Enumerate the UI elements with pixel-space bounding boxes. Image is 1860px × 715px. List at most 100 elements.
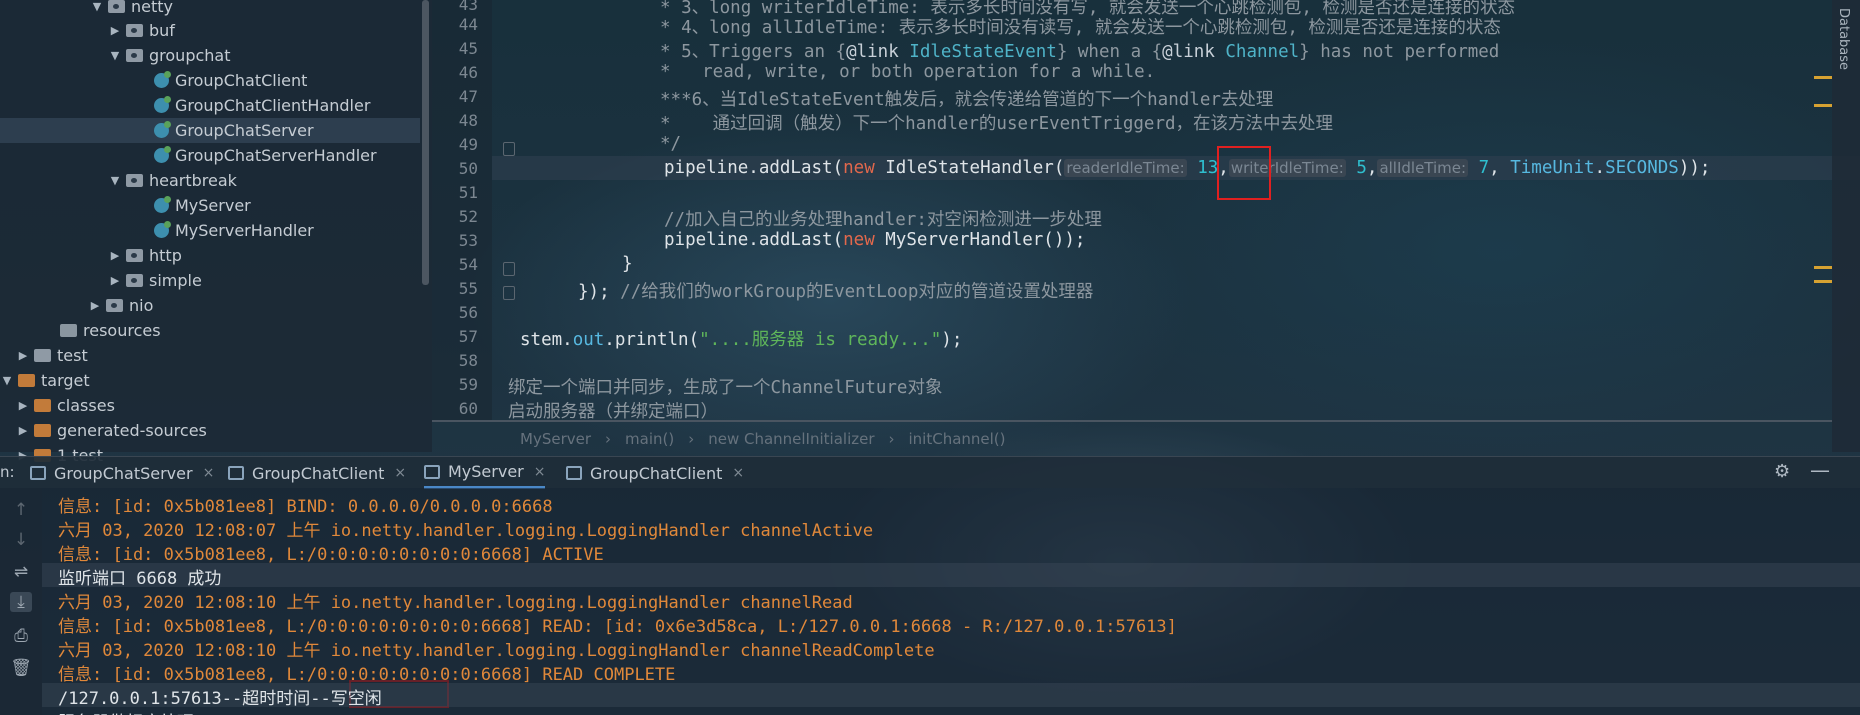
close-icon[interactable]: × xyxy=(732,465,744,481)
tree-item-resources[interactable]: resources xyxy=(0,318,420,343)
code-token: .println( xyxy=(604,330,700,350)
chevron-right-icon[interactable]: ▶ xyxy=(16,399,30,412)
code-token: ); xyxy=(941,330,963,350)
code-token: @link xyxy=(846,42,899,62)
print-icon[interactable]: ⎙ xyxy=(10,626,32,646)
run-tab-groupchatclient[interactable]: GroupChatClient × xyxy=(228,457,406,489)
chevron-right-icon[interactable]: ▶ xyxy=(108,24,122,37)
tree-item-buf[interactable]: ▶ buf xyxy=(0,18,420,43)
code-line[interactable]: //加入自己的业务处理handler:对空闲检测进一步处理 xyxy=(664,206,1102,231)
console-line: 信息: [id: 0x5b081ee8, L:/0:0:0:0:0:0:0:0:… xyxy=(58,617,1177,637)
code-token: out xyxy=(572,330,605,350)
code-line[interactable]: 绑定一个端口并同步，生成了一个ChannelFuture对象 xyxy=(508,374,942,399)
line-number: 51 xyxy=(458,183,478,202)
tree-item-groupchatclienthandler[interactable]: GroupChatClientHandler xyxy=(0,93,420,118)
code-token: new xyxy=(843,230,875,250)
tree-item-groupchat[interactable]: ▼ groupchat xyxy=(0,43,420,68)
run-tab-groupchatclient[interactable]: GroupChatClient × xyxy=(566,457,744,489)
tree-item-simple[interactable]: ▶ simple xyxy=(0,268,420,293)
java-class-icon xyxy=(154,196,171,213)
tree-item-label: heartbreak xyxy=(149,171,237,190)
close-icon[interactable]: × xyxy=(203,465,215,481)
code-line[interactable]: pipeline.addLast(new MyServerHandler()); xyxy=(664,230,1085,250)
breadcrumb-item[interactable]: new ChannelInitializer xyxy=(708,430,874,448)
tree-item-netty[interactable]: ▼ netty xyxy=(0,0,420,19)
tree-item-http[interactable]: ▶ http xyxy=(0,243,420,268)
project-tree[interactable]: ▼ netty ▶ buf ▼ groupchat GroupChatClient Group… xyxy=(0,0,432,465)
line-number: 47 xyxy=(458,87,478,106)
tree-item-groupchatserverhandler[interactable]: GroupChatServerHandler xyxy=(0,143,420,168)
code-token: * 4、long allIdleTime: 表示多长时间没有读写, 就会发送一个… xyxy=(660,18,1501,38)
excluded-folder-icon xyxy=(34,424,51,437)
arrow-down-icon[interactable]: ↓ xyxy=(10,530,32,550)
warning-marker[interactable] xyxy=(1814,76,1832,79)
trash-icon[interactable]: 🗑 xyxy=(10,658,32,678)
run-tab-label: GroupChatClient xyxy=(590,463,723,483)
run-tab-groupchatserver[interactable]: GroupChatServer × xyxy=(30,457,214,489)
excluded-folder-icon xyxy=(18,374,35,387)
code-line[interactable]: * 4、long allIdleTime: 表示多长时间没有读写, 就会发送一个… xyxy=(660,14,1501,39)
scroll-to-end-icon[interactable]: ⤓ xyxy=(10,592,32,612)
tree-item-myserver[interactable]: MyServer xyxy=(0,193,420,218)
code-token: //给我们的workGroup的EventLoop对应的管道设置处理器 xyxy=(620,282,1094,302)
close-icon[interactable]: × xyxy=(394,465,406,481)
soft-wrap-icon[interactable]: ⇌ xyxy=(10,562,32,582)
chevron-down-icon[interactable]: ▼ xyxy=(90,0,104,13)
code-token: . xyxy=(1594,158,1606,178)
run-tab-label: GroupChatClient xyxy=(252,463,385,483)
chevron-down-icon[interactable]: ▼ xyxy=(108,49,122,62)
breadcrumb-item[interactable]: main() xyxy=(625,430,674,448)
code-token: SECONDS xyxy=(1605,158,1679,178)
run-tab-myserver[interactable]: MyServer × xyxy=(424,457,546,489)
tree-item-classes[interactable]: ▶ classes xyxy=(0,393,420,418)
tree-item-target[interactable]: ▼ target xyxy=(0,368,420,393)
breadcrumb-item[interactable]: MyServer xyxy=(520,430,591,448)
line-number: 53 xyxy=(458,231,478,250)
tree-scrollbar[interactable] xyxy=(422,0,429,285)
warning-marker[interactable] xyxy=(1814,104,1832,107)
chevron-right-icon[interactable]: ▶ xyxy=(108,249,122,262)
tree-item-heartbreak[interactable]: ▼ heartbreak xyxy=(0,168,420,193)
chevron-right-icon[interactable]: ▶ xyxy=(16,349,30,362)
chevron-right-icon[interactable]: ▶ xyxy=(16,424,30,437)
code-line[interactable]: }); //给我们的workGroup的EventLoop对应的管道设置处理器 xyxy=(578,278,1093,303)
tree-item-generated-sources[interactable]: ▶ generated-sources xyxy=(0,418,420,443)
code-token: 13 xyxy=(1186,158,1219,178)
fold-marker[interactable] xyxy=(503,142,515,156)
code-token: , xyxy=(1489,158,1511,178)
arrow-up-icon[interactable]: ↑ xyxy=(10,500,32,520)
tree-item-label: nio xyxy=(129,296,154,315)
code-line[interactable]: ***6、当IdleStateEvent触发后，就会传递给管道的下一个handl… xyxy=(660,86,1273,111)
package-icon xyxy=(126,49,143,62)
tree-item-label: test xyxy=(57,346,88,365)
minimize-icon[interactable]: — xyxy=(1810,458,1830,482)
tree-item-myserverhandler[interactable]: MyServerHandler xyxy=(0,218,420,243)
code-line[interactable]: stem.out.println("....服务器 is ready..."); xyxy=(520,326,962,351)
warning-marker[interactable] xyxy=(1814,280,1832,283)
breadcrumb-item[interactable]: initChannel() xyxy=(909,430,1006,448)
close-icon[interactable]: × xyxy=(534,464,546,480)
fold-marker[interactable] xyxy=(503,262,515,276)
tree-item-groupchatserver[interactable]: GroupChatServer xyxy=(0,118,420,143)
chevron-down-icon[interactable]: ▼ xyxy=(0,374,14,387)
chevron-right-icon[interactable]: ▶ xyxy=(108,274,122,287)
tree-item-groupchatclient[interactable]: GroupChatClient xyxy=(0,68,420,93)
line-number: 59 xyxy=(458,375,478,394)
tree-item-nio[interactable]: ▶ nio xyxy=(0,293,420,318)
code-line[interactable]: } xyxy=(622,254,633,274)
editor-scrollbar[interactable] xyxy=(432,420,1832,422)
database-tool-button[interactable]: Database xyxy=(1836,8,1851,70)
code-line[interactable]: */ xyxy=(660,134,681,154)
code-line[interactable]: * 5、Triggers an {@link IdleStateEvent} w… xyxy=(660,38,1499,63)
code-line[interactable]: pipeline.addLast(new IdleStateHandler(re… xyxy=(664,158,1710,178)
run-console-icon xyxy=(30,466,46,480)
warning-marker[interactable] xyxy=(1814,266,1832,269)
tree-item-test[interactable]: ▶ test xyxy=(0,343,420,368)
code-line[interactable]: * 通过回调（触发）下一个handler的userEventTriggerd，在… xyxy=(660,110,1333,135)
gear-icon[interactable]: ⚙ xyxy=(1774,461,1790,482)
fold-marker[interactable] xyxy=(503,286,515,300)
package-icon xyxy=(126,249,143,262)
chevron-right-icon[interactable]: ▶ xyxy=(88,299,102,312)
code-line[interactable]: * read, write, or both operation for a w… xyxy=(660,62,1155,82)
chevron-down-icon[interactable]: ▼ xyxy=(108,174,122,187)
